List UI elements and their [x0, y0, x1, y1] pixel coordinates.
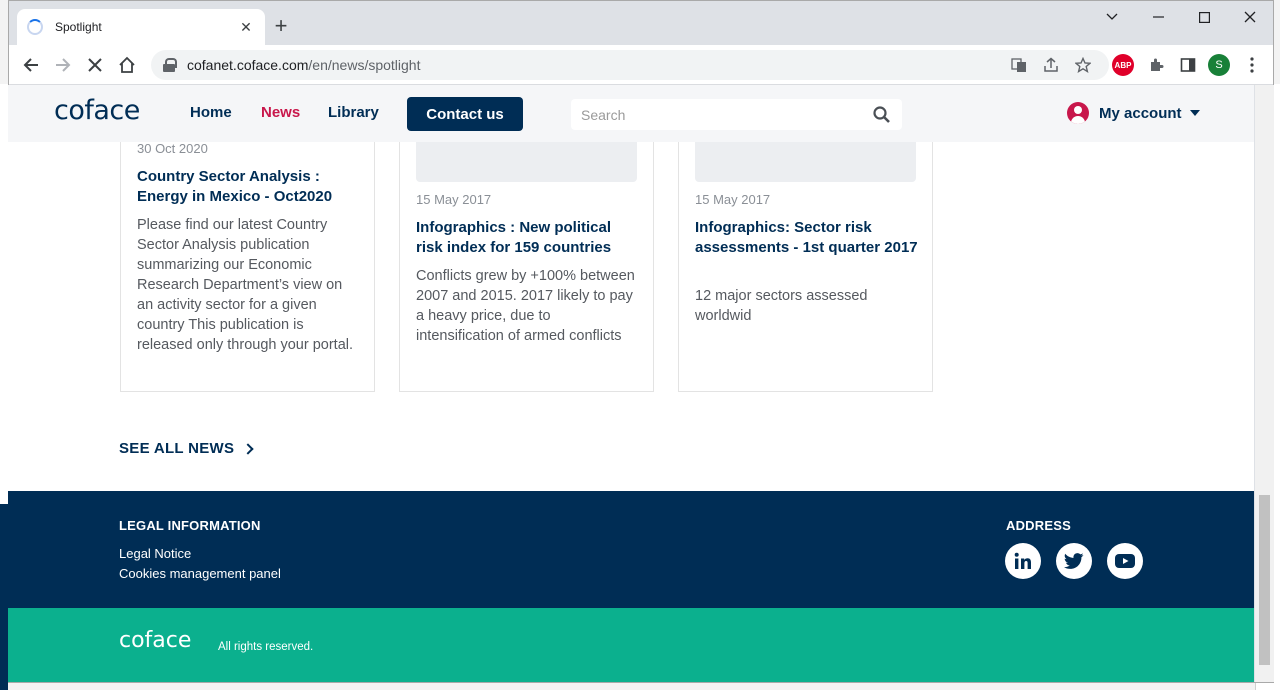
legal-heading: LEGAL INFORMATION — [119, 518, 261, 533]
nav-library[interactable]: Library — [328, 104, 379, 121]
card-description: 12 major sectors assessed worldwid — [695, 288, 868, 324]
scrollbar-thumb[interactable] — [1259, 495, 1270, 665]
user-icon — [1067, 102, 1089, 124]
card-date: 15 May 2017 — [416, 192, 492, 207]
twitter-icon[interactable] — [1056, 543, 1092, 579]
adblock-icon[interactable]: ABP — [1112, 54, 1134, 76]
linkedin-icon[interactable] — [1005, 543, 1041, 579]
page-scrollbar[interactable] — [1255, 85, 1274, 682]
coface-logo[interactable]: coface — [54, 95, 140, 126]
browser-toolbar: cofanet.coface.com/en/news/spotlight ABP… — [9, 45, 1273, 85]
extensions-icon[interactable] — [1144, 53, 1168, 77]
address-bar[interactable]: cofanet.coface.com/en/news/spotlight — [151, 50, 1109, 80]
search-box — [571, 99, 902, 130]
nav-home[interactable]: Home — [190, 104, 232, 121]
new-tab-icon[interactable]: + — [269, 15, 293, 39]
stop-icon[interactable] — [83, 53, 107, 77]
page-viewport: coface Home News Library Contact us My a… — [8, 85, 1254, 682]
card-date: 30 Oct 2020 — [137, 141, 208, 156]
card-date: 15 May 2017 — [695, 192, 771, 207]
contact-us-button[interactable]: Contact us — [407, 97, 523, 131]
profile-avatar[interactable]: S — [1208, 54, 1230, 76]
site-header: coface Home News Library Contact us My a… — [8, 85, 1254, 142]
footer-bottom: coface All rights reserved. — [8, 608, 1254, 682]
spinner-icon — [27, 19, 43, 35]
minimize-icon[interactable] — [1135, 1, 1181, 33]
forward-icon[interactable] — [51, 53, 75, 77]
copyright-text: All rights reserved. — [218, 641, 314, 653]
back-icon[interactable] — [19, 53, 43, 77]
background-window-edge-left — [0, 84, 8, 690]
tab-title: Spotlight — [55, 20, 102, 34]
card-image — [416, 142, 637, 182]
card-description: Please find our latest Country Sector An… — [137, 217, 354, 353]
youtube-icon[interactable] — [1107, 543, 1143, 579]
menu-icon[interactable] — [1240, 53, 1264, 77]
search-icon[interactable] — [873, 106, 890, 123]
my-account-label: My account — [1099, 104, 1182, 122]
star-icon[interactable] — [1073, 55, 1093, 75]
footer-top: LEGAL INFORMATION Legal Notice Cookies m… — [8, 491, 1254, 608]
url-path: /en/news/spotlight — [308, 57, 421, 73]
address-heading: ADDRESS — [1006, 518, 1071, 533]
card-title[interactable]: Infographics: Sector risk assessments - … — [695, 218, 920, 258]
url-host: cofanet.coface.com — [187, 57, 309, 73]
nav-news[interactable]: News — [261, 104, 300, 121]
close-icon[interactable]: ✕ — [237, 19, 255, 36]
home-icon[interactable] — [115, 53, 139, 77]
legal-notice-link[interactable]: Legal Notice — [119, 546, 191, 561]
news-card[interactable]: 15 May 2017 Infographics : New political… — [399, 105, 654, 392]
card-title[interactable]: Country Sector Analysis : Energy in Mexi… — [137, 167, 362, 207]
see-all-news-link[interactable]: SEE ALL NEWS — [119, 440, 254, 457]
news-card[interactable]: 30 Oct 2020 Country Sector Analysis : En… — [120, 105, 375, 392]
news-card[interactable]: 15 May 2017 Infographics: Sector risk as… — [678, 105, 933, 392]
tab-spotlight[interactable]: Spotlight ✕ — [17, 9, 265, 45]
lock-icon — [163, 58, 177, 72]
chevron-right-icon — [242, 442, 254, 455]
caret-down-icon — [1189, 110, 1200, 116]
share-icon[interactable] — [1041, 55, 1061, 75]
search-input[interactable] — [581, 106, 861, 123]
card-image — [695, 142, 916, 182]
maximize-icon[interactable] — [1181, 1, 1227, 33]
tab-strip: Spotlight ✕ + — [9, 1, 1273, 45]
my-account-menu[interactable]: My account — [1067, 102, 1200, 124]
translate-icon[interactable] — [1009, 55, 1029, 75]
cookies-link[interactable]: Cookies management panel — [119, 566, 281, 581]
chevron-down-icon[interactable] — [1089, 1, 1135, 33]
card-title[interactable]: Infographics : New political risk index … — [416, 218, 641, 258]
card-description: Conflicts grew by +100% between 2007 and… — [416, 268, 635, 344]
footer-logo: coface — [119, 628, 192, 653]
window-close-icon[interactable] — [1227, 1, 1273, 33]
see-all-news-label: SEE ALL NEWS — [119, 440, 235, 457]
sidebar-icon[interactable] — [1176, 53, 1200, 77]
